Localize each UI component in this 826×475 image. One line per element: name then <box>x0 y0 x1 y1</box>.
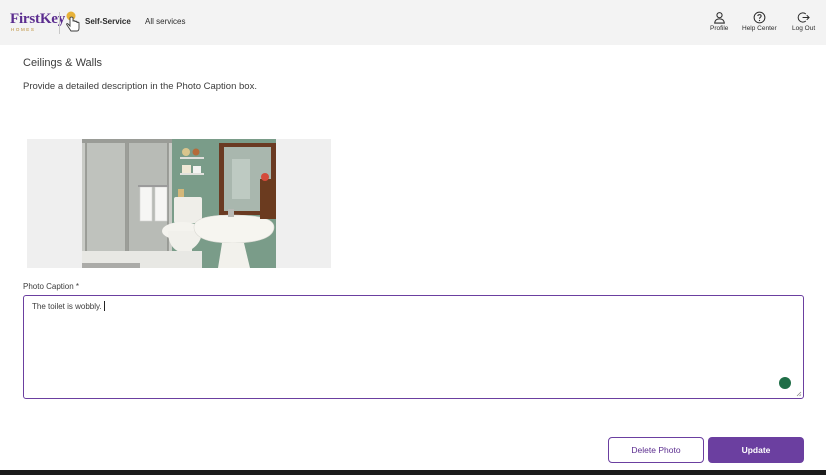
update-button[interactable]: Update <box>708 437 804 463</box>
nav-self-service[interactable]: Self-Service <box>85 17 131 26</box>
delete-photo-button[interactable]: Delete Photo <box>608 437 704 463</box>
top-header: FirstKey HOMES Self-Service All services… <box>0 0 826 45</box>
firstkey-logo[interactable]: FirstKey HOMES <box>10 12 65 33</box>
bathroom-photo <box>82 139 276 268</box>
hand-pointer-icon <box>66 11 80 32</box>
grammar-assistant-icon[interactable] <box>779 377 791 389</box>
logo-wordmark: FirstKey <box>10 11 66 27</box>
instruction-text: Provide a detailed description in the Ph… <box>23 81 257 92</box>
photo-caption-textarea[interactable]: The toilet is wobbly. <box>23 295 804 399</box>
user-icon <box>713 12 725 24</box>
logo-tagline: HOMES <box>11 27 36 32</box>
caption-value-text: The toilet is wobbly. <box>32 302 102 311</box>
logout-icon <box>797 12 810 23</box>
photo-caption-label: Photo Caption * <box>23 282 80 291</box>
nav-all-services[interactable]: All services <box>145 17 185 26</box>
text-cursor <box>103 301 105 311</box>
help-center-button[interactable]: Help Center <box>742 11 777 32</box>
log-out-label: Log Out <box>792 25 816 32</box>
profile-label: Profile <box>710 25 729 32</box>
help-center-label: Help Center <box>742 25 777 32</box>
resize-grip-icon[interactable] <box>796 391 802 397</box>
logo-divider <box>59 12 60 34</box>
page-title: Ceilings & Walls <box>23 57 103 69</box>
photo-caption-value: The toilet is wobbly. <box>32 301 105 311</box>
bottom-bar <box>0 470 826 475</box>
profile-button[interactable]: Profile <box>710 11 728 32</box>
question-circle-icon <box>753 11 766 24</box>
log-out-button[interactable]: Log Out <box>792 11 815 32</box>
